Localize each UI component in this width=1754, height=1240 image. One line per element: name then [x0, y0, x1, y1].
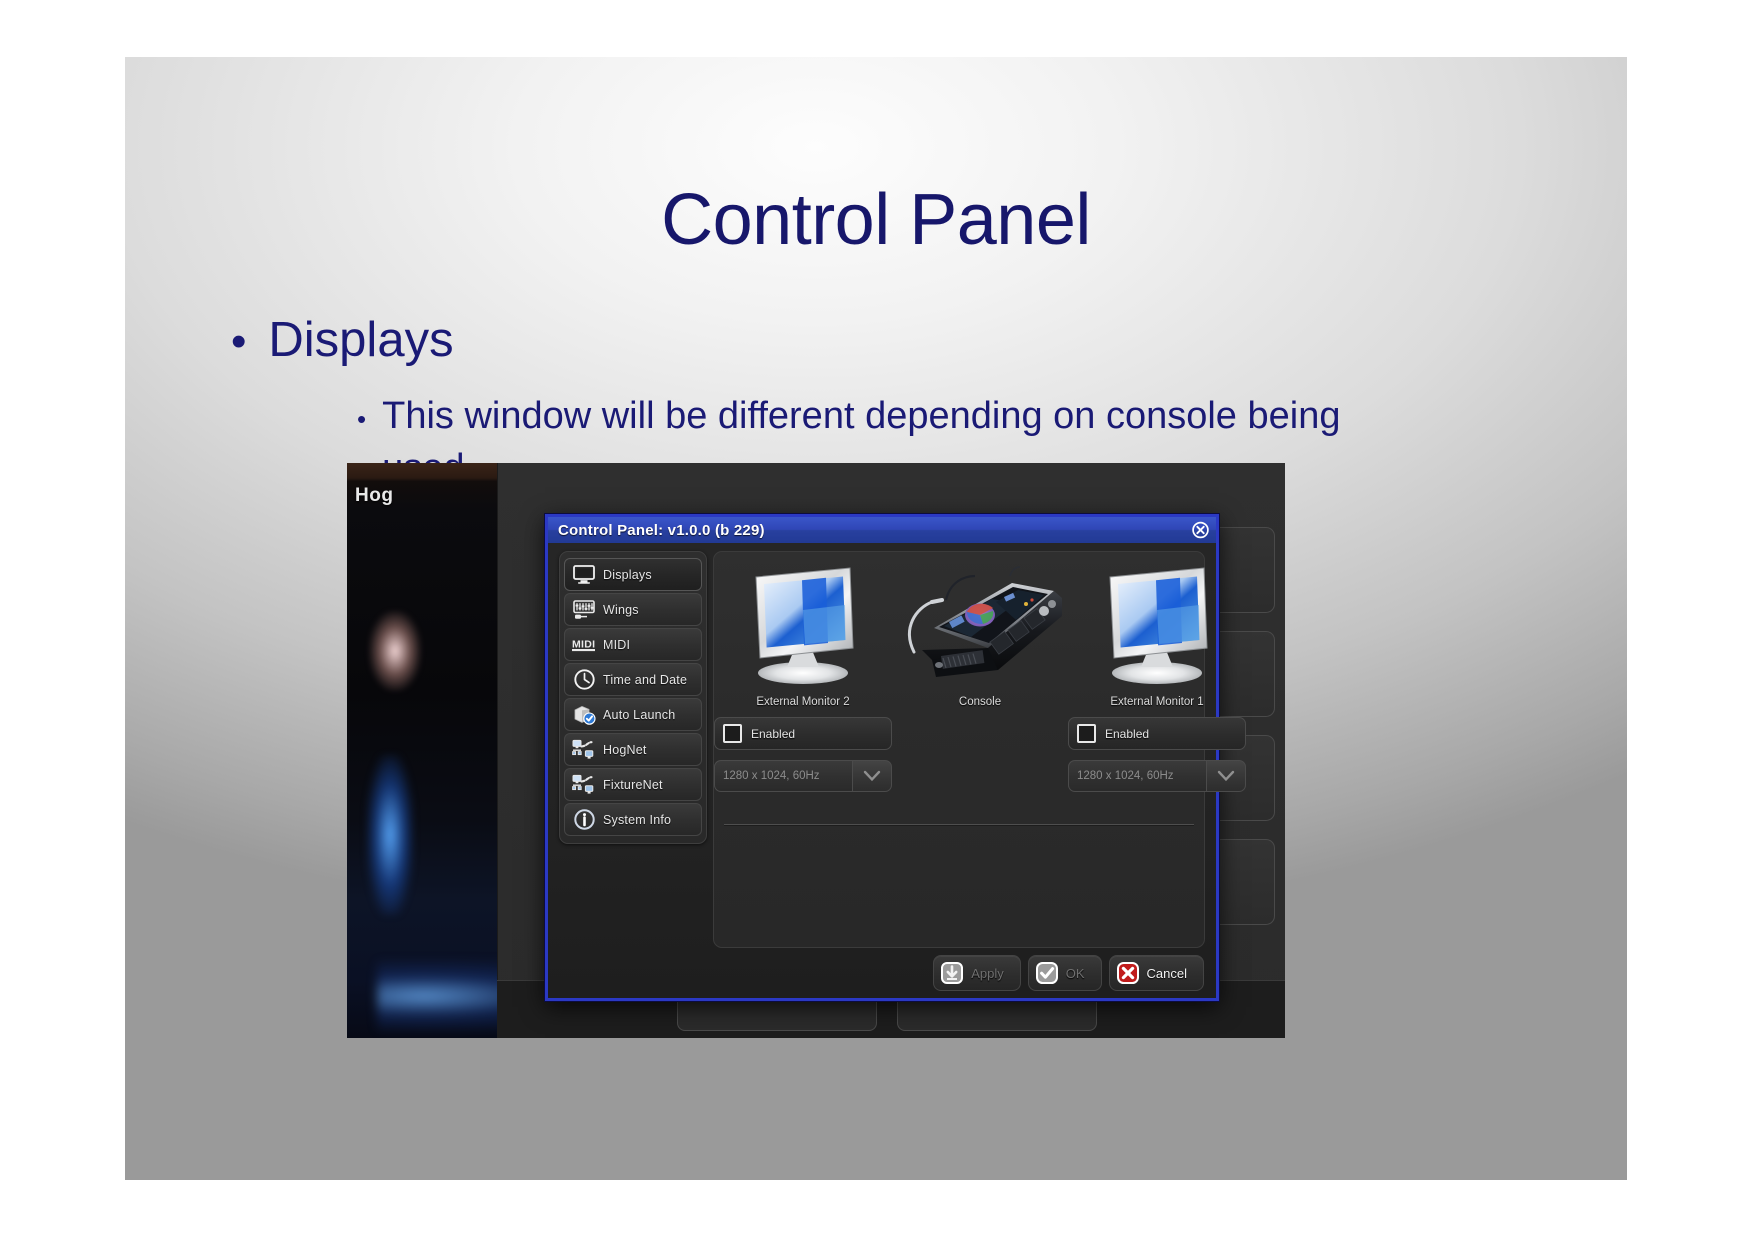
lcd-monitor-icon	[1094, 558, 1220, 686]
chevron-down-icon[interactable]	[1206, 760, 1246, 792]
display-console: Console	[892, 558, 1068, 810]
lighting-console-icon	[892, 558, 1068, 686]
background-glow	[369, 611, 421, 691]
close-x-icon	[1116, 962, 1139, 984]
dialog-title: Control Panel: v1.0.0 (b 229)	[558, 521, 765, 539]
display-external-monitor-2: External Monitor 2 Enabled 1280 x 1024, …	[714, 558, 892, 810]
page-title: Control Panel	[661, 180, 1091, 260]
resolution-select-monitor-2[interactable]: 1280 x 1024, 60Hz	[714, 760, 892, 792]
resolution-value: 1280 x 1024, 60Hz	[714, 760, 852, 792]
host-app-label: Hog	[355, 485, 394, 506]
bullet-dot-icon: •	[231, 317, 247, 366]
cancel-button[interactable]: Cancel	[1108, 955, 1204, 991]
dialog-body: Displays Wings MIDI MIDI Time and Date A…	[548, 543, 1246, 998]
sidebar-item-label: FixtureNet	[603, 777, 663, 792]
midi-icon: MIDI	[571, 634, 597, 656]
sidebar-item-time-and-date[interactable]: Time and Date	[564, 663, 702, 696]
bullet-level1-text: Displays	[268, 313, 454, 367]
apply-button[interactable]: Apply	[933, 955, 1021, 991]
check-icon	[1035, 962, 1058, 984]
display-external-monitor-1: External Monitor 1 Enabled 1280 x 1024, …	[1068, 558, 1246, 810]
display-caption: External Monitor 1	[1110, 696, 1204, 708]
close-icon[interactable]	[1192, 521, 1209, 539]
presentation-slide: Control Panel • Displays • This window w…	[125, 57, 1627, 1180]
sidebar-item-auto-launch[interactable]: Auto Launch	[564, 698, 702, 731]
sidebar-item-label: Time and Date	[603, 672, 688, 687]
dialog-titlebar: Control Panel: v1.0.0 (b 229)	[548, 517, 1216, 543]
ok-button[interactable]: OK	[1027, 955, 1102, 991]
sidebar-item-label: System Info	[603, 812, 672, 827]
cancel-label: Cancel	[1146, 965, 1187, 981]
monitor-icon	[571, 564, 597, 586]
displays-row: External Monitor 2 Enabled 1280 x 1024, …	[714, 558, 1246, 810]
apply-label: Apply	[971, 965, 1004, 981]
network-icon	[571, 739, 597, 761]
lcd-monitor-icon	[740, 558, 866, 686]
checkbox-box[interactable]	[723, 724, 742, 743]
network-icon	[571, 774, 597, 796]
resolution-select-monitor-1[interactable]: 1280 x 1024, 60Hz	[1068, 760, 1246, 792]
sidebar-item-hognet[interactable]: HogNet	[564, 733, 702, 766]
section-divider	[724, 824, 1194, 825]
ok-label: OK	[1065, 965, 1085, 981]
sidebar-item-displays[interactable]: Displays	[564, 558, 702, 591]
sidebar-item-wings[interactable]: Wings	[564, 593, 702, 626]
clock-icon	[571, 669, 597, 691]
enabled-label: Enabled	[1105, 726, 1150, 741]
chevron-down-icon[interactable]	[852, 760, 892, 792]
sidebar-item-label: Wings	[603, 602, 639, 617]
resolution-value: 1280 x 1024, 60Hz	[1068, 760, 1206, 792]
sidebar-item-label: Displays	[603, 567, 652, 582]
info-circle-icon	[571, 809, 597, 831]
svg-text:MIDI: MIDI	[572, 639, 595, 651]
sidebar-item-label: Auto Launch	[603, 707, 676, 722]
enabled-checkbox-monitor-2[interactable]: Enabled	[714, 717, 892, 750]
dialog-footer: Apply OK Cancel	[933, 955, 1204, 991]
embedded-screenshot: Hog Control Panel: v1.0.0 (b 229) Displa…	[347, 463, 1285, 1038]
enabled-label: Enabled	[751, 726, 796, 741]
dialog-sidebar: Displays Wings MIDI MIDI Time and Date A…	[559, 551, 707, 844]
box-check-icon	[571, 704, 597, 726]
sidebar-item-system-info[interactable]: System Info	[564, 803, 702, 836]
sidebar-item-fixturenet[interactable]: FixtureNet	[564, 768, 702, 801]
control-panel-dialog: Control Panel: v1.0.0 (b 229) Displays W…	[545, 514, 1246, 1001]
bullet-dot-icon: •	[357, 404, 367, 434]
background-glow	[367, 755, 413, 915]
wing-faders-icon	[571, 599, 597, 621]
sidebar-item-label: MIDI	[603, 637, 631, 652]
checkbox-box[interactable]	[1077, 724, 1096, 743]
display-caption: Console	[958, 696, 1002, 708]
display-caption: External Monitor 2	[756, 696, 850, 708]
sidebar-item-midi[interactable]: MIDI MIDI	[564, 628, 702, 661]
sidebar-item-label: HogNet	[603, 742, 647, 757]
bullet-level1: • Displays	[231, 312, 454, 368]
enabled-checkbox-monitor-1[interactable]: Enabled	[1068, 717, 1246, 750]
displays-panel: External Monitor 2 Enabled 1280 x 1024, …	[713, 551, 1246, 948]
download-arrow-icon	[941, 962, 964, 984]
